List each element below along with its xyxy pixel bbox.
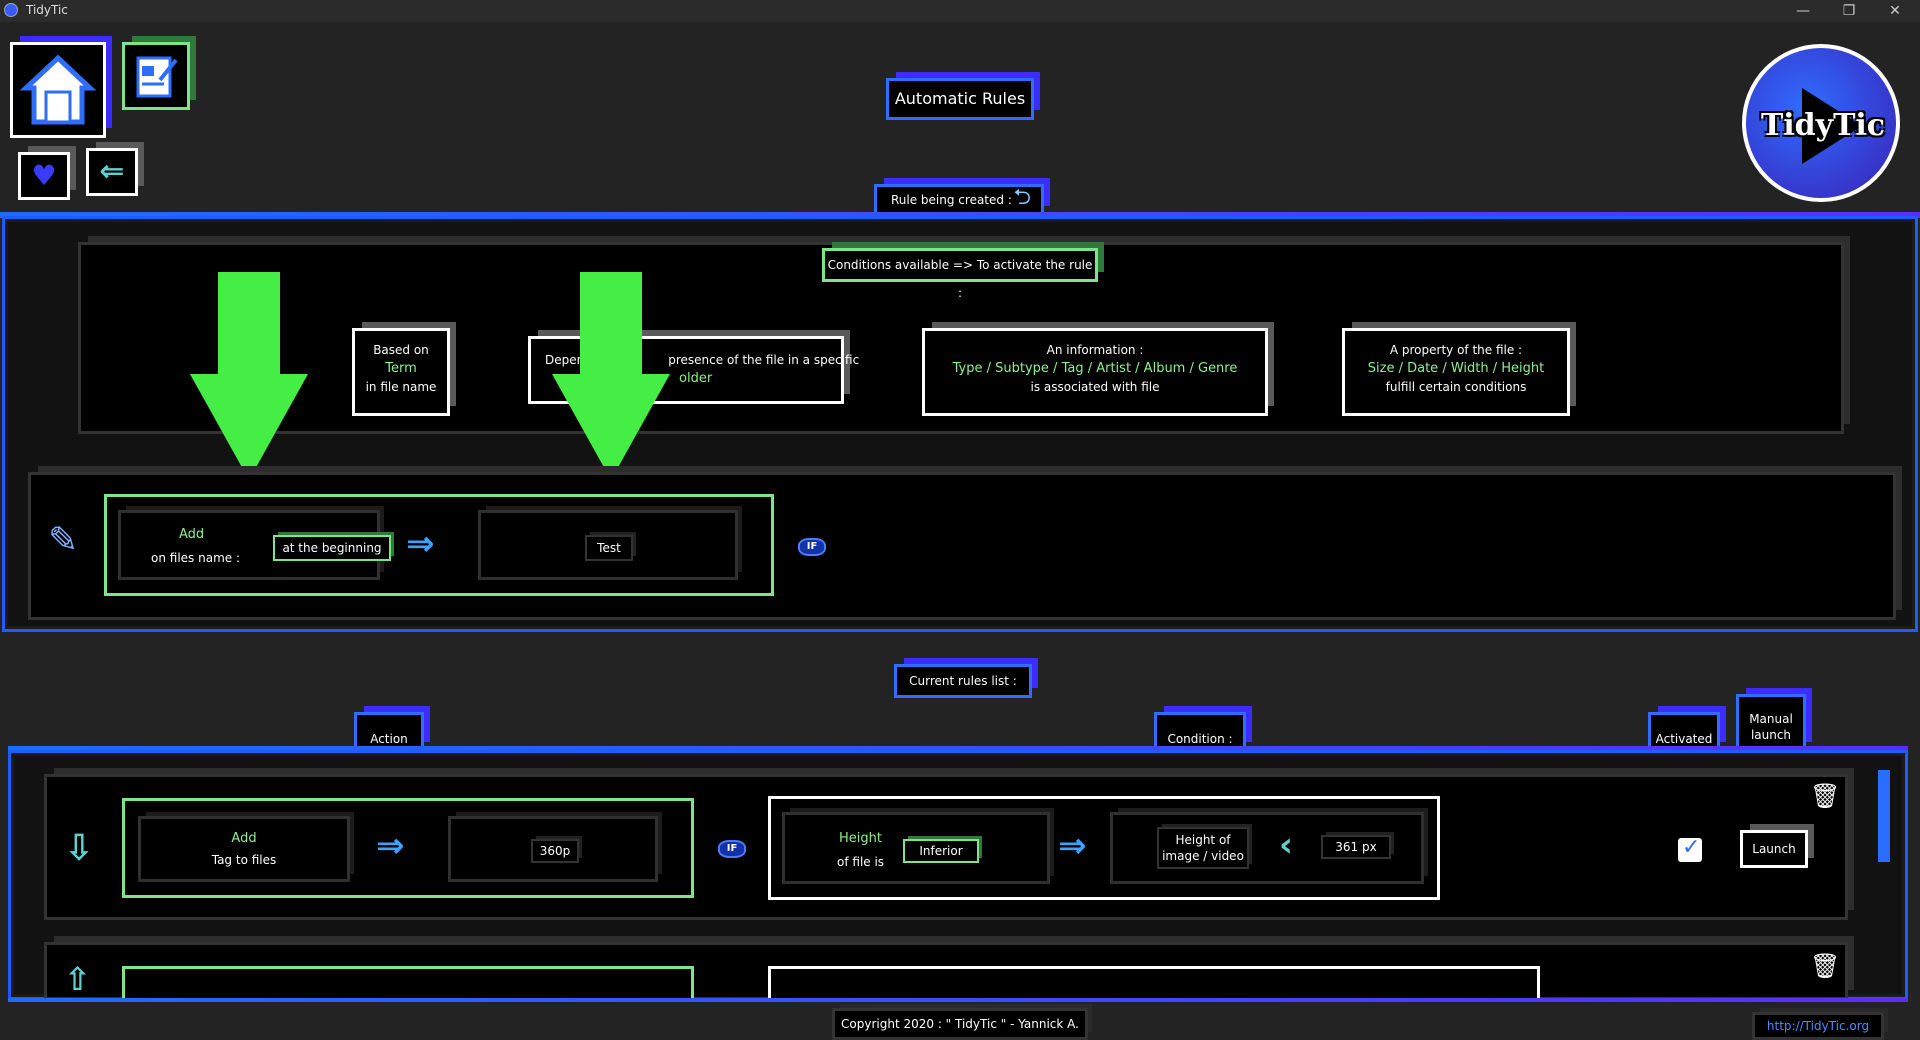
condition-card-term[interactable]: Based on Term in file name — [352, 328, 450, 416]
rule1-condition-cell[interactable]: Height of file is Inferior — [782, 812, 1050, 884]
rule1-value-cell: 360p — [448, 816, 658, 882]
rule1-value: 360p — [531, 839, 579, 863]
rule1-activated-checkbox[interactable]: ✓ — [1678, 835, 1702, 862]
move-up-icon[interactable]: ⇧ — [64, 960, 91, 998]
rules-scrollbar[interactable] — [1878, 770, 1890, 862]
card-folder-l1b: presence of the file in a specific — [668, 353, 860, 367]
editor-if-badge: IF — [798, 538, 826, 556]
current-rules-title: Current rules list : — [894, 664, 1032, 698]
rule1-comparator[interactable]: Inferior — [903, 839, 979, 863]
arrow-left-icon: ⇐ — [99, 154, 125, 189]
editor-position-select[interactable]: at the beginning — [273, 535, 391, 561]
move-down-icon[interactable]: ⇩ — [64, 828, 94, 869]
rule1-target-l2: image / video — [1162, 849, 1244, 863]
footer-website-link[interactable]: http://TidyTic.org — [1752, 1012, 1884, 1040]
back-button[interactable]: ⇐ — [86, 148, 138, 196]
minimize-button[interactable]: — — [1780, 0, 1826, 22]
col-manual-l1: Manual — [1749, 712, 1793, 726]
rule1-if-badge: IF — [718, 840, 746, 858]
card-prop-l3: fulfill certain conditions — [1385, 380, 1527, 394]
close-button[interactable]: ✕ — [1872, 0, 1918, 22]
card-prop-l2: Size / Date / Width / Height — [1367, 361, 1545, 376]
editor-value-cell[interactable]: Test — [478, 510, 738, 580]
card-term-l2: Term — [385, 361, 417, 376]
favorites-button[interactable]: ♥ — [18, 152, 70, 200]
title-bar: TidyTic — ❐ ✕ — [0, 0, 1920, 22]
green-down-arrow-2-icon — [552, 272, 670, 480]
page-title: Automatic Rules — [886, 78, 1034, 120]
less-than-icon: ‹ — [1279, 825, 1294, 865]
undo-icon[interactable]: ⮌ — [1013, 185, 1031, 211]
heart-icon: ♥ — [31, 159, 57, 192]
editor-action-cell[interactable]: Add on files name : at the beginning — [118, 510, 391, 580]
pencil-icon[interactable]: ✎ — [48, 520, 78, 561]
conditions-title: Conditions available => To activate the … — [822, 248, 1098, 300]
rule1-cond-arrow-right-icon: ⇒ — [1058, 826, 1087, 866]
tidytic-logo: TidyTic — [1742, 44, 1900, 202]
rule1-launch-button[interactable]: Launch — [1740, 830, 1808, 868]
card-info-l2: Type / Subtype / Tag / Artist / Album / … — [952, 361, 1238, 376]
rule1-arrow-right-icon: ⇒ — [376, 826, 405, 866]
window-title: TidyTic — [26, 3, 68, 17]
home-icon — [19, 54, 97, 125]
footer-copyright: Copyright 2020 : " TidyTic " - Yannick A… — [832, 1008, 1088, 1040]
trash-icon-row2[interactable]: 🗑 — [1810, 952, 1840, 980]
card-prop-l1: A property of the file : — [1389, 343, 1523, 357]
editor-arrow-right-icon: ⇒ — [406, 524, 435, 564]
green-down-arrow-1-icon — [190, 272, 308, 480]
rule2-condition-frame — [768, 966, 1540, 1000]
rule1-action-title: Add — [231, 831, 257, 846]
rules-editor-button[interactable] — [122, 42, 190, 110]
rule1-target-label: Height of image / video — [1157, 827, 1249, 869]
rule2-action-frame — [122, 966, 694, 1000]
rule1-target-cell[interactable]: Height of image / video ‹ 361 px — [1110, 812, 1424, 884]
rule1-target-l1: Height of — [1175, 833, 1231, 847]
document-edit-icon — [136, 56, 178, 98]
editor-action-sub: on files name : — [151, 551, 240, 565]
rule1-action-cell[interactable]: Add Tag to files — [138, 816, 350, 882]
trash-icon[interactable]: 🗑 — [1810, 782, 1840, 810]
card-info-l1: An information : — [1046, 343, 1144, 357]
rule1-cond-title: Height — [839, 831, 882, 846]
editor-action-title: Add — [179, 527, 205, 542]
logo-text: TidyTic — [1760, 108, 1886, 143]
home-button[interactable] — [10, 42, 106, 138]
rules-panel-bottom-line — [8, 998, 1908, 1002]
card-term-l1: Based on — [373, 343, 429, 357]
app-icon — [4, 3, 18, 17]
editor-value-field[interactable]: Test — [585, 535, 633, 561]
card-info-l3: is associated with file — [1030, 380, 1160, 394]
rule1-action-sub: Tag to files — [211, 853, 277, 867]
col-header-manual-launch: Manual launch — [1736, 694, 1806, 752]
condition-card-property[interactable]: A property of the file : Size / Date / W… — [1342, 328, 1570, 416]
card-term-l3: in file name — [365, 380, 437, 394]
rule1-target-value: 361 px — [1321, 835, 1391, 859]
rule-being-created-text: Rule being created : — [891, 193, 1012, 207]
col-manual-l2: launch — [1750, 728, 1792, 742]
maximize-button[interactable]: ❐ — [1826, 0, 1872, 22]
condition-card-information[interactable]: An information : Type / Subtype / Tag / … — [922, 328, 1268, 416]
card-folder-l2: older — [679, 371, 713, 386]
rule1-cond-sub: of file is — [837, 855, 885, 869]
checkmark-icon: ✓ — [1682, 835, 1701, 860]
